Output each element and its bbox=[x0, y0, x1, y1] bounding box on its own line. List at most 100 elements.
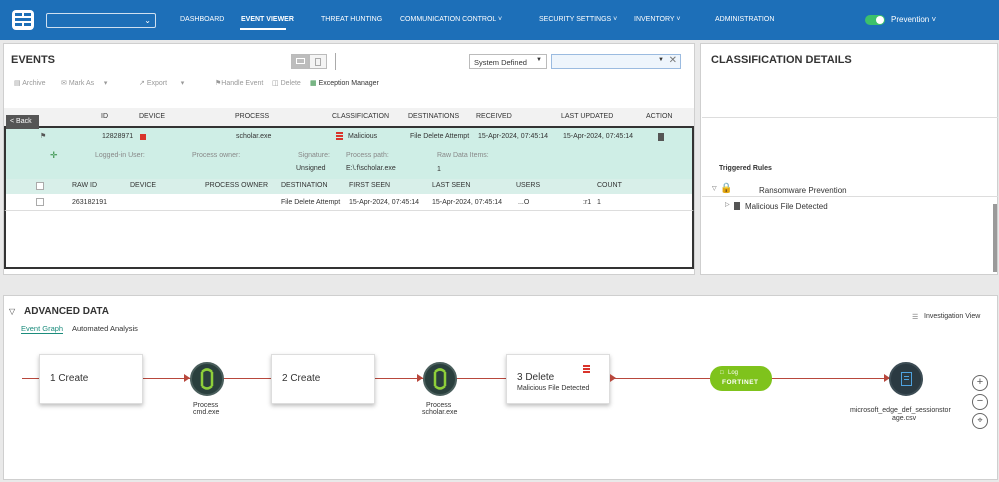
zoom-in-icon[interactable]: + bbox=[972, 375, 988, 391]
device-status-icon bbox=[140, 134, 146, 140]
caret-down-icon: ▼ bbox=[536, 57, 542, 63]
col-classification[interactable]: CLASSIFICATION bbox=[332, 113, 389, 120]
sub-col-device[interactable]: DEVICE bbox=[130, 182, 156, 189]
col-action[interactable]: ACTION bbox=[646, 113, 672, 120]
raw-users: ...O bbox=[518, 199, 530, 206]
active-tab-indicator bbox=[240, 28, 286, 30]
clear-icon[interactable]: ✕ bbox=[669, 55, 677, 66]
selected-event-row[interactable]: ⚑ 12828971 scholar.exe Malicious File De… bbox=[4, 126, 694, 179]
rule-name[interactable]: Malicious File Detected bbox=[745, 202, 828, 211]
toolbar-divider bbox=[335, 53, 336, 70]
mark-as-button[interactable]: ✉ Mark As ▾ bbox=[61, 79, 107, 87]
view-toggle-list[interactable] bbox=[309, 54, 327, 69]
event-received: 15-Apr-2024, 07:45:14 bbox=[478, 133, 549, 140]
col-id[interactable]: ID bbox=[101, 113, 108, 120]
scrollbar[interactable] bbox=[993, 204, 997, 272]
col-destinations[interactable]: DESTINATIONS bbox=[408, 113, 459, 120]
malicious-icon bbox=[336, 132, 343, 141]
nav-dashboard[interactable]: DASHBOARD bbox=[180, 16, 224, 23]
sub-col-count[interactable]: COUNT bbox=[597, 182, 622, 189]
raw-data-table-header: RAW ID DEVICE PROCESS OWNER DESTINATION … bbox=[4, 179, 694, 194]
filter-search-input[interactable]: ▼ ✕ bbox=[551, 54, 681, 69]
fortinet-log-node[interactable]: □ Log FORTINET bbox=[710, 366, 772, 391]
raw-data-items-label: Raw Data Items: bbox=[437, 152, 489, 159]
zoom-out-icon[interactable]: − bbox=[972, 394, 988, 410]
col-process[interactable]: PROCESS bbox=[235, 113, 269, 120]
logged-in-user-label: Logged-in User: bbox=[95, 152, 145, 159]
select-all-checkbox[interactable] bbox=[36, 182, 44, 190]
exception-manager-icon: ▦ bbox=[310, 80, 317, 87]
prevention-mode-dropdown[interactable]: Prevention ˅ bbox=[891, 15, 936, 24]
sub-col-first-seen[interactable]: FIRST SEEN bbox=[349, 182, 390, 189]
investigation-view-link[interactable]: Investigation View bbox=[924, 313, 980, 320]
table-row[interactable]: 263182191 File Delete Attempt 15-Apr-202… bbox=[4, 194, 694, 211]
chevron-down-icon: ˅ bbox=[498, 16, 503, 23]
process-node-icon[interactable] bbox=[190, 362, 224, 396]
row-checkbox[interactable] bbox=[36, 198, 44, 206]
back-button[interactable]: < Back bbox=[6, 115, 39, 129]
nav-event-viewer[interactable]: EVENT VIEWER bbox=[241, 16, 294, 23]
nav-security-settings[interactable]: SECURITY SETTINGS ˅ bbox=[539, 16, 617, 23]
event-id: 12828971 bbox=[102, 133, 134, 140]
raw-count-prefix: :r1 bbox=[583, 199, 592, 206]
fit-to-screen-icon[interactable]: ⌖ bbox=[972, 413, 988, 429]
exception-manager-button[interactable]: ▦ Exception Manager bbox=[310, 79, 379, 87]
node-delete-3[interactable]: 3 Delete Malicious File Detected bbox=[506, 354, 610, 404]
process-name: scholar.exe bbox=[422, 409, 458, 416]
collapse-caret-icon[interactable]: ▽ bbox=[9, 307, 15, 316]
rule-group-name[interactable]: Ransomware Prevention bbox=[759, 186, 847, 195]
process-owner-label: Process owner: bbox=[192, 152, 241, 159]
sub-col-last-seen[interactable]: LAST SEEN bbox=[432, 182, 470, 189]
view-toggle-screen[interactable] bbox=[291, 54, 309, 69]
collapse-caret-icon[interactable]: ▽ bbox=[712, 185, 717, 192]
col-received[interactable]: RECEIVED bbox=[476, 113, 512, 120]
archive-button[interactable]: ▤ Archive bbox=[14, 79, 46, 87]
col-device[interactable]: DEVICE bbox=[139, 113, 165, 120]
envelope-icon: ✉ bbox=[61, 80, 67, 87]
node-create-1[interactable]: 1 Create bbox=[39, 354, 143, 404]
nav-inventory[interactable]: INVENTORY ˅ bbox=[634, 16, 681, 23]
caret-down-icon: ▾ bbox=[180, 80, 185, 87]
lock-icon: 🔒 bbox=[720, 183, 733, 194]
col-last-updated[interactable]: LAST UPDATED bbox=[561, 113, 613, 120]
classification-title: CLASSIFICATION DETAILS bbox=[711, 54, 852, 66]
nav-threat-hunting[interactable]: THREAT HUNTING bbox=[321, 16, 382, 23]
raw-data-items-value: 1 bbox=[437, 166, 441, 173]
filter-select[interactable]: System Defined ▼ bbox=[469, 54, 547, 69]
process-node-icon[interactable] bbox=[423, 362, 457, 396]
raw-id: 263182191 bbox=[72, 199, 108, 206]
tab-automated-analysis[interactable]: Automated Analysis bbox=[72, 324, 138, 333]
sub-col-destination[interactable]: DESTINATION bbox=[281, 182, 328, 189]
action-icon[interactable] bbox=[658, 133, 664, 141]
delete-button[interactable]: ◫ Delete bbox=[272, 79, 301, 87]
process-name: cmd.exe bbox=[193, 409, 220, 416]
process-path-label: Process path: bbox=[346, 152, 389, 159]
log-doc-icon: □ bbox=[720, 370, 724, 376]
handle-event-button[interactable]: ⚑Handle Event bbox=[215, 79, 263, 87]
sub-col-users[interactable]: USERS bbox=[516, 182, 540, 189]
sub-col-raw-id[interactable]: RAW ID bbox=[72, 182, 97, 189]
process-path-value: E:\.f\scholar.exe bbox=[346, 165, 396, 172]
advanced-data-panel: ▽ ADVANCED DATA Event Graph Automated An… bbox=[3, 295, 998, 480]
malicious-icon bbox=[583, 365, 590, 374]
export-button[interactable]: ↗ Export ▾ bbox=[139, 79, 184, 87]
fortinet-logo-icon[interactable] bbox=[12, 10, 34, 30]
chevron-down-icon: ˅ bbox=[613, 16, 618, 23]
prevention-toggle[interactable] bbox=[865, 15, 885, 25]
tab-event-graph[interactable]: Event Graph bbox=[21, 324, 64, 334]
organization-select[interactable]: ⌄ bbox=[46, 13, 156, 28]
file-node-icon[interactable] bbox=[889, 362, 923, 396]
trash-icon bbox=[315, 58, 321, 66]
advanced-data-title: ADVANCED DATA bbox=[24, 306, 109, 317]
sub-col-process-owner[interactable]: PROCESS OWNER bbox=[205, 182, 268, 189]
node-create-2[interactable]: 2 Create bbox=[271, 354, 375, 404]
arrow-icon bbox=[610, 374, 616, 382]
process-label: Process bbox=[426, 402, 452, 409]
nav-administration[interactable]: ADMINISTRATION bbox=[715, 16, 774, 23]
chevron-down-icon: ⌄ bbox=[144, 16, 151, 25]
expand-tree-icon[interactable]: ✛ bbox=[50, 150, 58, 161]
nav-communication-control[interactable]: COMMUNICATION CONTROL ˅ bbox=[400, 16, 502, 23]
expand-caret-icon[interactable]: ▷ bbox=[725, 201, 730, 208]
chevron-down-icon: ˅ bbox=[931, 15, 937, 24]
raw-data-table-body bbox=[4, 211, 694, 269]
